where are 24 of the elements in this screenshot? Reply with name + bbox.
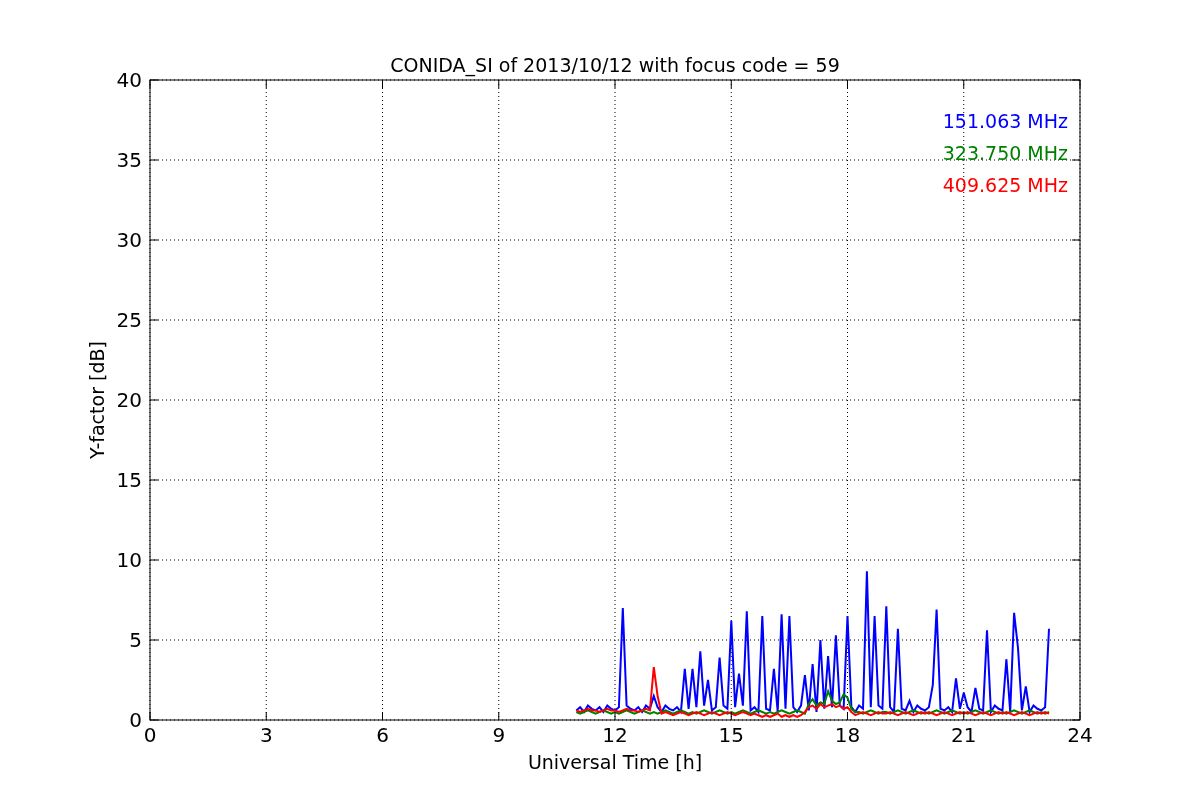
y-axis-label: Y-factor [dB] [86, 341, 108, 459]
legend-label: 323.750 MHz [942, 142, 1068, 164]
x-tick-label: 12 [602, 723, 628, 747]
y-tick-label: 35 [116, 148, 142, 172]
x-tick-label: 21 [951, 723, 977, 747]
x-tick-label: 18 [834, 723, 861, 747]
x-tick-label: 24 [1067, 723, 1093, 747]
x-axis-label: Universal Time [h] [527, 751, 703, 773]
y-tick-label: 30 [116, 228, 142, 252]
legend-label: 409.625 MHz [942, 174, 1068, 196]
y-tick-label: 40 [116, 68, 142, 92]
x-tick-label: 3 [259, 723, 273, 747]
y-tick-label: 15 [116, 468, 142, 492]
chart-title: CONIDA_SI of 2013/10/12 with focus code = 59 [390, 54, 840, 76]
y-tick-label: 0 [129, 708, 142, 732]
y-tick-label: 20 [116, 388, 142, 412]
y-tick-label: 10 [116, 548, 142, 572]
x-tick-label: 0 [143, 723, 157, 747]
x-tick-label: 15 [718, 723, 744, 747]
x-tick-label: 6 [376, 723, 389, 747]
x-tick-label: 9 [492, 723, 506, 747]
y-tick-label: 5 [129, 628, 142, 652]
y-tick-label: 25 [116, 308, 142, 332]
legend-label: 151.063 MHz [942, 110, 1068, 132]
